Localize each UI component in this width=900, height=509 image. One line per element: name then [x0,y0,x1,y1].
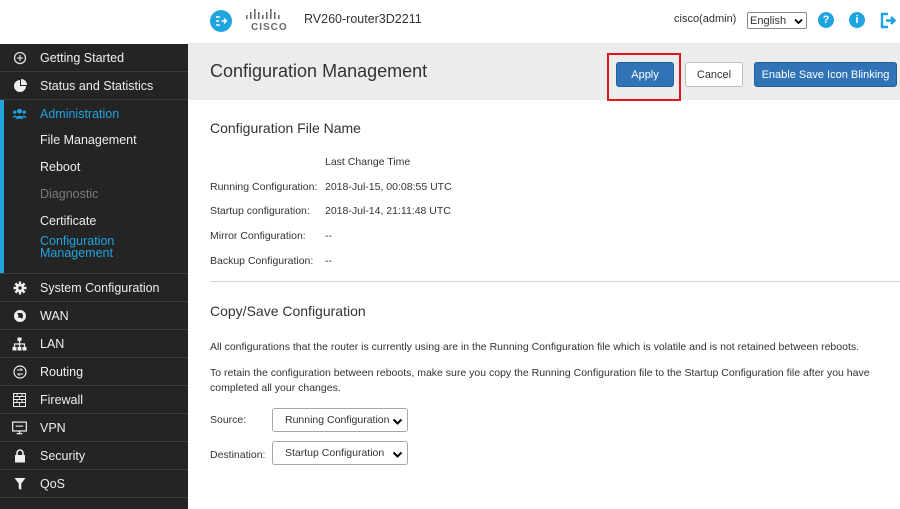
menu-toggle-icon[interactable] [210,10,232,32]
top-header: CISCO RV260-router3D2211 cisco(admin) En… [188,0,900,44]
sidebar-item-label: LAN [40,337,65,351]
sidebar-item-wan[interactable]: WAN [0,302,188,330]
sidebar-top-spacer [0,0,188,44]
sidebar-subitem-label: Reboot [40,160,81,174]
sidebar-item-label: Security [40,449,86,463]
sidebar-item-label: Routing [40,365,84,379]
sidebar-subitem-configuration-management[interactable]: Configuration Management [4,235,188,273]
sidebar-item-label: System Configuration [40,281,160,295]
language-select[interactable]: English [747,12,807,29]
cisco-logo: CISCO [245,9,291,35]
lock-icon [12,449,27,463]
config-row-value: 2018-Jul-14, 21:11:48 UTC [325,205,451,217]
filter-icon [12,477,27,491]
firewall-icon [12,393,27,407]
sidebar-item-status-and-statistics[interactable]: Status and Statistics [0,72,188,100]
destination-value: Startup Configuration [285,447,385,459]
cisco-wordmark: CISCO [251,22,288,33]
section-divider [210,281,900,282]
sidebar-item-label: Getting Started [40,51,125,65]
sidebar-item-qos[interactable]: QoS [0,470,188,498]
sidebar-subitem-label: File Management [40,133,137,147]
sidebar-item-vpn[interactable]: VPN [0,414,188,442]
sidebar-subitem-reboot[interactable]: Reboot [4,154,188,181]
chevron-down-icon [794,14,803,29]
pie-chart-icon [12,79,27,93]
sidebar-item-label: WAN [40,309,69,323]
wrench-icon [12,51,27,65]
config-row-label: Startup configuration: [210,205,310,217]
sidebar-item-administration[interactable]: Administration [4,100,188,127]
source-value: Running Configuration [285,414,390,426]
copy-save-section-title: Copy/Save Configuration [210,303,366,319]
sidebar: Getting Started Status and Statistics Ad… [0,0,188,509]
sidebar-subitem-certificate[interactable]: Certificate [4,208,188,235]
destination-select[interactable]: Startup Configuration [272,441,408,465]
source-select[interactable]: Running Configuration [272,408,408,432]
apply-button[interactable]: Apply [616,62,674,87]
sidebar-subitem-label: Diagnostic [40,187,99,201]
config-row-label: Mirror Configuration: [210,230,306,242]
config-row-label: Backup Configuration: [210,255,314,267]
language-value: English [750,14,787,27]
help-icon[interactable]: ? [818,12,834,28]
copy-save-description-1: All configurations that the router is cu… [210,341,860,353]
config-file-section-title: Configuration File Name [210,120,361,136]
sidebar-item-firewall[interactable]: Firewall [0,386,188,414]
cancel-button[interactable]: Cancel [685,62,743,87]
info-icon[interactable]: i [849,12,865,28]
sidebar-subitem-label: Certificate [40,214,97,228]
sidebar-subitem-diagnostic: Diagnostic [4,181,188,208]
enable-save-icon-blinking-button[interactable]: Enable Save Icon Blinking [754,62,897,87]
sidebar-group-administration: Administration File Management Reboot Di… [0,100,188,273]
users-icon [12,107,27,121]
page-title-bar: Configuration Management Apply Cancel En… [188,44,900,101]
device-name: RV260-router3D2211 [304,12,422,26]
sidebar-item-label: Firewall [40,393,84,407]
sidebar-item-security[interactable]: Security [0,442,188,470]
monitor-icon [12,421,27,435]
sidebar-item-getting-started[interactable]: Getting Started [0,44,188,72]
page-title: Configuration Management [210,61,428,81]
config-row-value: -- [325,255,332,267]
logout-icon[interactable] [879,12,897,29]
last-change-time-header: Last Change Time [325,156,411,168]
routing-icon [12,365,27,379]
config-row-value: 2018-Jul-15, 00:08:55 UTC [325,181,452,193]
source-label: Source: [210,414,247,426]
sidebar-item-routing[interactable]: Routing [0,358,188,386]
sidebar-item-label: Administration [40,107,120,121]
destination-label: Destination: [210,449,266,461]
network-icon [12,337,27,351]
copy-save-description-2: To retain the configuration between rebo… [210,367,870,394]
config-row-label: Running Configuration: [210,181,318,193]
main-content: Configuration File Name Last Change Time… [188,100,900,509]
chevron-down-icon [392,447,403,463]
chevron-down-icon [392,414,403,430]
sidebar-item-lan[interactable]: LAN [0,330,188,358]
sidebar-item-label: Status and Statistics [40,79,154,93]
sidebar-subitem-label: Configuration Management [40,234,115,260]
sidebar-item-label: VPN [40,421,66,435]
gear-icon [12,281,27,295]
sidebar-subitem-file-management[interactable]: File Management [4,127,188,154]
user-label: cisco(admin) [674,13,737,25]
globe-icon [12,309,27,323]
config-row-value: -- [325,230,332,242]
sidebar-item-system-configuration[interactable]: System Configuration [0,274,188,302]
sidebar-item-label: QoS [40,477,66,491]
